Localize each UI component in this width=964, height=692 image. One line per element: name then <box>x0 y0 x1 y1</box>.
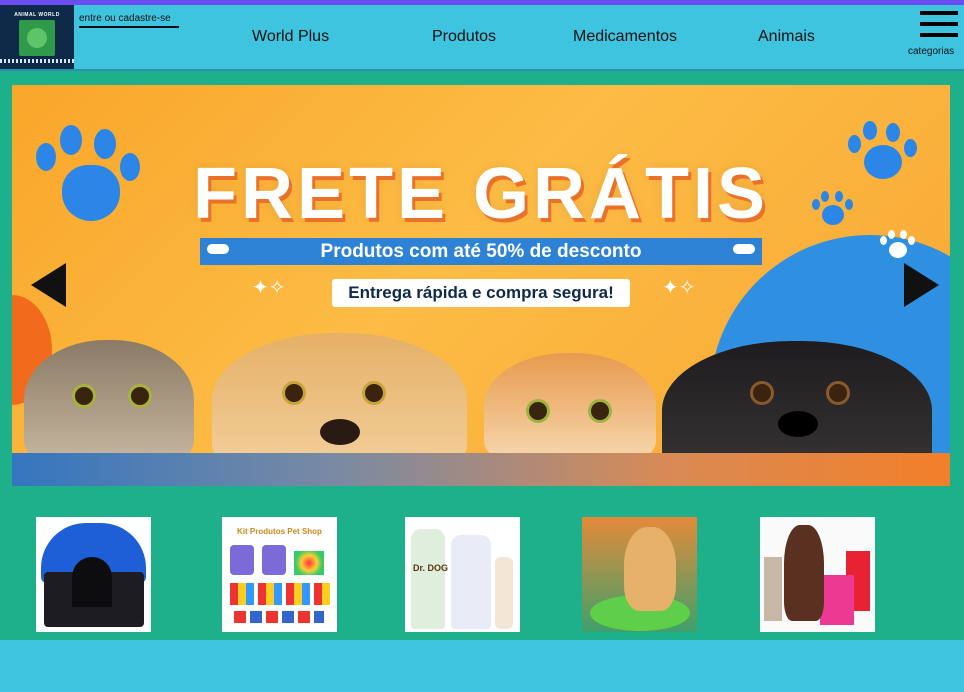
nav-produtos[interactable]: Produtos <box>432 28 496 46</box>
site-header: ANIMAL WORLD entre ou cadastre-se World … <box>0 5 964 71</box>
orange-cat-image <box>484 353 656 463</box>
banner-tagline: Entrega rápida e compra segura! <box>332 279 630 307</box>
product-card-dog-shopping[interactable] <box>760 517 875 632</box>
banner-title: FRETE GRÁTIS <box>192 154 769 234</box>
categories-menu-button[interactable]: categorias <box>908 9 962 63</box>
bone-icon <box>733 244 755 254</box>
logo-title: ANIMAL WORLD <box>14 11 60 18</box>
sparkle-icon: ✦✧ <box>662 277 696 299</box>
promo-banner[interactable]: FRETE GRÁTIS Produtos com até 50% de des… <box>12 85 950 486</box>
golden-dog-image <box>212 333 467 473</box>
nav-animais[interactable]: Animais <box>758 28 815 46</box>
site-logo[interactable]: ANIMAL WORLD <box>0 5 74 69</box>
hamburger-icon <box>920 11 958 15</box>
logo-strip <box>0 58 74 63</box>
dr-dog-label: Dr. DOG <box>413 563 449 573</box>
product-card-dog-bed[interactable] <box>582 517 697 632</box>
categories-label: categorias <box>908 46 955 57</box>
kit-label: Kit Produtos Pet Shop <box>237 527 322 536</box>
dog-house-door <box>72 557 112 607</box>
banner-ledge <box>12 453 950 486</box>
site-footer <box>0 640 964 692</box>
logo-globe-icon <box>19 19 55 56</box>
cat-image <box>24 340 194 465</box>
nav-medicamentos[interactable]: Medicamentos <box>573 28 677 46</box>
sparkle-icon: ✦✧ <box>252 277 286 299</box>
product-card-dr-dog[interactable]: Dr. DOG <box>405 517 520 632</box>
nav-world-plus[interactable]: World Plus <box>252 28 329 46</box>
carousel-prev-arrow-icon[interactable] <box>31 263 66 307</box>
banner-subtitle: Produtos com até 50% de desconto <box>200 238 762 265</box>
bone-icon <box>207 244 229 254</box>
product-card-kit-pet-shop[interactable]: Kit Produtos Pet Shop <box>222 517 337 632</box>
carousel-next-arrow-icon[interactable] <box>904 263 939 307</box>
product-card-dog-house[interactable] <box>36 517 151 632</box>
login-link[interactable]: entre ou cadastre-se <box>79 13 179 28</box>
